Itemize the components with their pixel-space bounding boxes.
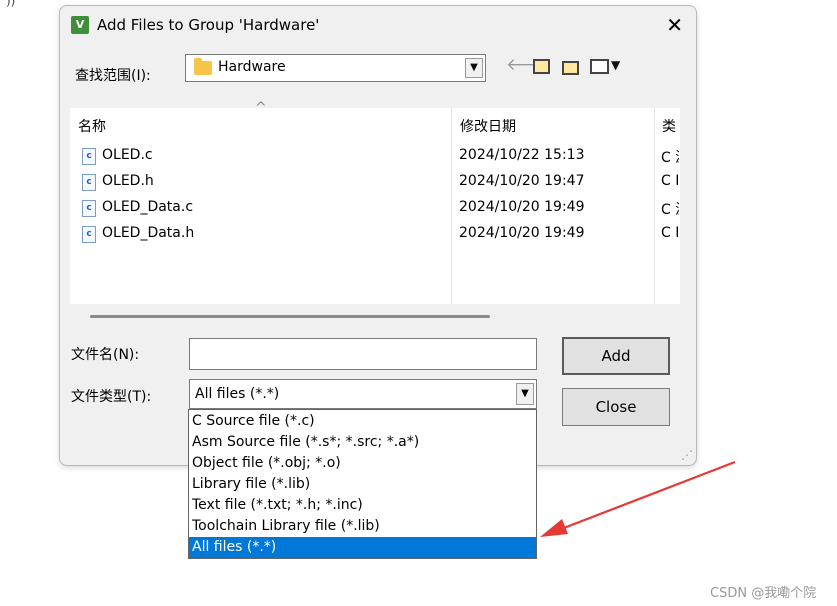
watermark: CSDN @我嘞个院: [710, 586, 817, 601]
annotation-arrow: [540, 460, 736, 537]
annotation-arrow-line: [555, 460, 736, 533]
annotation-arrow-head: [540, 519, 568, 537]
